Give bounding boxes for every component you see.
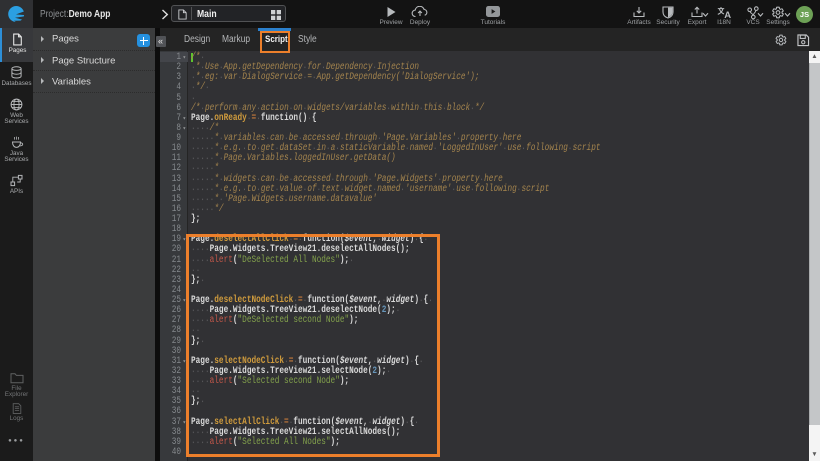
svg-text:A: A <box>724 10 731 19</box>
